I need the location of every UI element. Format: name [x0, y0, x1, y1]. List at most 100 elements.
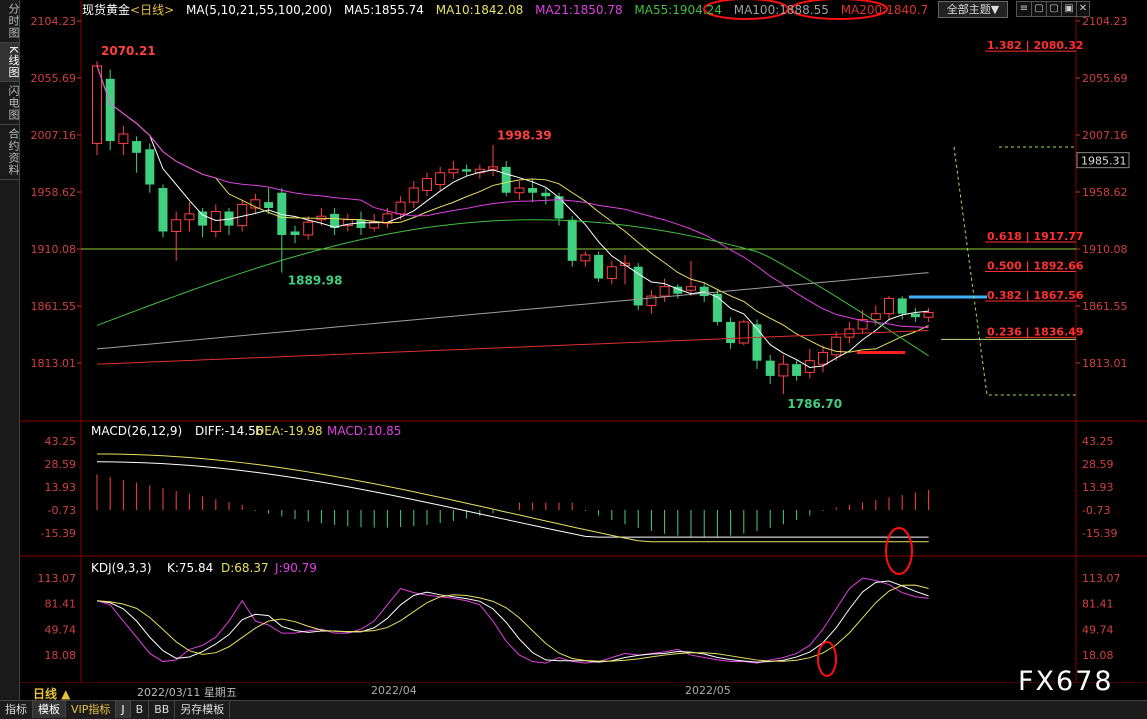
- macd-tick-left: -15.39: [41, 527, 76, 540]
- bb-button[interactable]: BB: [149, 701, 176, 718]
- candle-body-down: [462, 169, 472, 172]
- candle-body-up: [184, 213, 195, 221]
- candle-body-up: [514, 187, 525, 194]
- candle-body-up: [395, 201, 406, 215]
- candle-body-up: [923, 312, 934, 318]
- tab-timeshare[interactable]: 分时图: [0, 0, 20, 43]
- candle-body-down: [145, 149, 155, 185]
- candle-body-up: [580, 254, 591, 262]
- macd-cross-highlight: [885, 527, 913, 575]
- candle-body-down: [356, 219, 366, 228]
- candle-body-up: [488, 166, 498, 170]
- price-label-right: 2007.16: [1082, 129, 1128, 142]
- price-label-left: 1861.55: [31, 300, 77, 313]
- macd-tick-left: -0.73: [48, 504, 76, 517]
- fib-label: 1.382 | 2080.32: [987, 39, 1084, 52]
- indicator-tab[interactable]: 指标: [0, 701, 33, 718]
- ma100-value: MA100:1888.55: [733, 3, 829, 17]
- ma200-value: MA200:1840.7: [840, 3, 929, 17]
- macd-tick-right: -15.39: [1082, 527, 1117, 540]
- ma21-line: [96, 65, 929, 329]
- ma200-line: [96, 329, 929, 365]
- vip-indicator-tab[interactable]: VIP指标: [66, 701, 117, 718]
- price-label-left: 2007.16: [31, 129, 77, 142]
- candle-body-down: [594, 254, 604, 279]
- candle-body-up: [778, 363, 789, 377]
- fib-label: 0.236 | 1836.49: [987, 325, 1084, 338]
- candle-body-up: [686, 286, 696, 291]
- ma-legend: 现货黄金<日线> MA(5,10,21,55,100,200) MA5:1855…: [82, 1, 936, 18]
- candle-body-up: [738, 321, 749, 344]
- tab-kline[interactable]: K线图: [0, 43, 20, 83]
- watermark-logo: FX678: [1018, 666, 1114, 697]
- price-label-left: 1813.01: [31, 357, 77, 370]
- candle-body-up: [804, 360, 815, 373]
- ma10-value: MA10:1842.08: [435, 3, 524, 17]
- j-button[interactable]: J: [116, 701, 131, 718]
- macd-diff: DIFF:-14.56: [195, 424, 263, 438]
- candle-body-up: [870, 313, 881, 321]
- macd-title: MACD(26,12,9): [91, 424, 182, 438]
- fib-label: 0.382 | 1867.56: [987, 289, 1084, 302]
- kdj-tick-right: 113.07: [1082, 572, 1121, 585]
- candle-body-up: [92, 65, 102, 144]
- candle-body-up: [831, 336, 842, 356]
- b-button[interactable]: B: [131, 701, 150, 718]
- macd-dea-line: [96, 453, 929, 543]
- kdj-cross-highlight: [817, 641, 837, 677]
- candle-body-down: [198, 211, 208, 226]
- candle-body-up: [118, 133, 129, 144]
- macd-tick-left: 13.93: [45, 481, 77, 494]
- candle-body-up: [303, 221, 314, 236]
- macd-tick-right: 13.93: [1082, 481, 1114, 494]
- macd-diff-line: [96, 461, 929, 538]
- candle-body-up: [422, 178, 432, 191]
- price-label-right: 1910.08: [1082, 243, 1128, 256]
- tab-flash[interactable]: 闪电图: [0, 82, 20, 126]
- kdj-j: J:90.79: [274, 561, 317, 575]
- cursor-date: 2022/03/11 星期五: [137, 686, 237, 699]
- ma55-value: MA55:1904.24: [634, 3, 722, 17]
- candle-body-down: [290, 231, 300, 236]
- candle-body-down: [132, 141, 142, 153]
- candle-body-up: [659, 286, 670, 297]
- candle-body-up: [210, 211, 221, 232]
- candle-body-down: [752, 324, 762, 361]
- sidebar: 分时图 K线图 闪电图 合约资料: [0, 0, 20, 700]
- menu-icon[interactable]: ≡: [1016, 1, 1032, 17]
- kdj-d-line: [96, 584, 929, 662]
- template-tab[interactable]: 模板: [33, 701, 66, 718]
- candle-body-up: [171, 219, 182, 232]
- fib-label: 0.618 | 1917.77: [987, 230, 1084, 243]
- bottom-toolbar: 指标 模板 VIP指标 J B BB 另存模板: [0, 700, 1147, 719]
- high-annotation: 2070.21: [101, 44, 156, 58]
- candle-body-down: [726, 321, 736, 344]
- low2-annotation: 1786.70: [787, 397, 842, 411]
- period-tag[interactable]: <日线>: [130, 3, 174, 17]
- candle-body-down: [792, 364, 802, 376]
- candle-body-down: [501, 166, 511, 193]
- macd-tick-left: 28.59: [45, 458, 77, 471]
- restore-icon[interactable]: ▢: [1031, 1, 1047, 17]
- kdj-tick-left: 81.41: [45, 598, 77, 611]
- maximize-icon[interactable]: ▣: [1061, 1, 1077, 17]
- kdj-tick-right: 18.08: [1082, 649, 1114, 662]
- theme-dropdown[interactable]: 全部主题▼: [938, 1, 1008, 18]
- candle-body-down: [567, 219, 577, 261]
- macd-dea: DEA:-19.98: [255, 424, 323, 438]
- candle-body-up: [884, 297, 894, 315]
- chart-area[interactable]: 2104.23 2104.232055.69 2055.692007.16 2007.…: [19, 0, 1147, 683]
- kdj-tick-right: 49.74: [1082, 623, 1114, 636]
- macd-value: MACD:10.85: [327, 424, 401, 438]
- minimize-icon[interactable]: ▢: [1046, 1, 1062, 17]
- price-label-right: 1958.62: [1082, 186, 1128, 199]
- kdj-k: K:75.84: [167, 561, 213, 575]
- save-template-button[interactable]: 另存模板: [175, 701, 231, 718]
- macd-tick-left: 43.25: [45, 435, 77, 448]
- date-label-may: 2022/05: [685, 684, 731, 697]
- macd-tick-right: -0.73: [1082, 504, 1110, 517]
- date-axis: 2022/03/11 星期五 2022/04 2022/05: [19, 683, 1147, 700]
- close-icon[interactable]: ✕: [1076, 1, 1090, 17]
- price-label-left: 2055.69: [31, 72, 77, 85]
- tab-contract-info[interactable]: 合约资料: [0, 125, 20, 181]
